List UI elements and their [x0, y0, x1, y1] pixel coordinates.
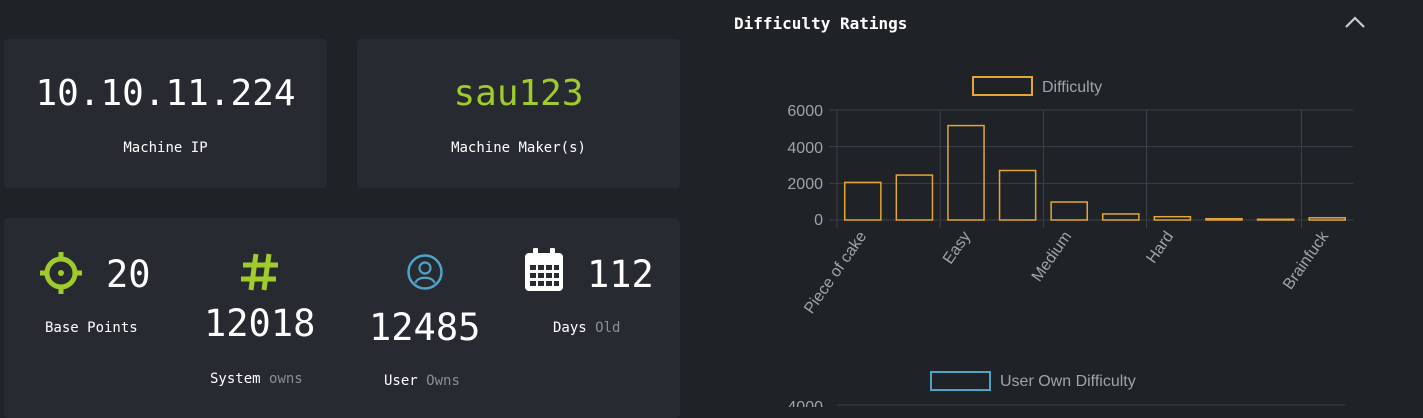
x-tick-label: Easy: [940, 229, 974, 268]
user-owns-label-main: User: [384, 373, 418, 389]
machine-maker-card: sau123 Machine Maker(s): [357, 39, 680, 188]
difficulty-bar: [998, 169, 1037, 221]
difficulty-bar: [947, 124, 985, 221]
difficulty-bar: [1205, 217, 1243, 221]
legend-label-user-own-difficulty: User Own Difficulty: [1000, 373, 1136, 390]
difficulty-bar: [1308, 217, 1347, 221]
machine-ip-label: Machine IP: [123, 140, 208, 156]
machine-ip-value: 10.10.11.224: [35, 73, 296, 114]
x-tick-label: Medium: [1029, 229, 1076, 285]
y-tick-label: 6000: [787, 103, 823, 120]
user-owns-label: User Owns: [384, 373, 460, 389]
y-tick-label: 0: [814, 212, 823, 229]
x-tick-label: Hard: [1143, 229, 1177, 267]
legend-swatch-difficulty: [972, 76, 1033, 96]
difficulty-bar: [1050, 201, 1089, 221]
difficulty-bar: [1153, 215, 1192, 221]
user-owns-value: 12485: [369, 306, 481, 349]
stats-card: 20 Base Points 12018 System owns 12485 U…: [4, 218, 680, 418]
system-owns-value: 12018: [204, 302, 316, 345]
days-old-label: Days Old: [553, 320, 620, 336]
days-old-label-main: Days: [553, 320, 587, 336]
days-old-label-sub: Old: [595, 320, 621, 336]
base-points-label: Base Points: [45, 320, 138, 336]
difficulty-bar: [1256, 218, 1295, 221]
difficulty-bar: [1101, 213, 1140, 221]
days-old-value: 112: [587, 253, 654, 296]
crosshair-icon: [39, 251, 83, 295]
machine-ip-card: 10.10.11.224 Machine IP: [4, 39, 327, 188]
hash-icon: [238, 250, 282, 294]
machine-maker-link[interactable]: sau123: [357, 73, 680, 114]
y-tick-label: 4000: [787, 399, 823, 407]
system-owns-label-main: System: [210, 371, 261, 387]
x-tick-label: Piece of cake: [801, 228, 870, 317]
difficulty-bar: [895, 174, 934, 221]
legend-swatch-user-own-difficulty: [930, 371, 991, 391]
legend-label-difficulty: Difficulty: [1042, 79, 1102, 96]
y-tick-label: 2000: [787, 176, 823, 193]
user-circle-icon: [406, 253, 444, 291]
difficulty-chart: Difficulty 6000 4000 2000 0 Piece of cak…: [787, 76, 1353, 407]
system-owns-label: System owns: [210, 371, 303, 387]
calendar-icon: [523, 247, 565, 293]
x-tick-label: Brainfuck: [1280, 228, 1333, 293]
difficulty-bar: [843, 181, 882, 221]
machine-maker-label: Machine Maker(s): [451, 140, 586, 156]
base-points-value: 20: [106, 253, 151, 296]
y-tick-label: 4000: [787, 140, 823, 157]
system-owns-label-sub: owns: [269, 371, 303, 387]
user-owns-label-sub: Owns: [426, 373, 460, 389]
